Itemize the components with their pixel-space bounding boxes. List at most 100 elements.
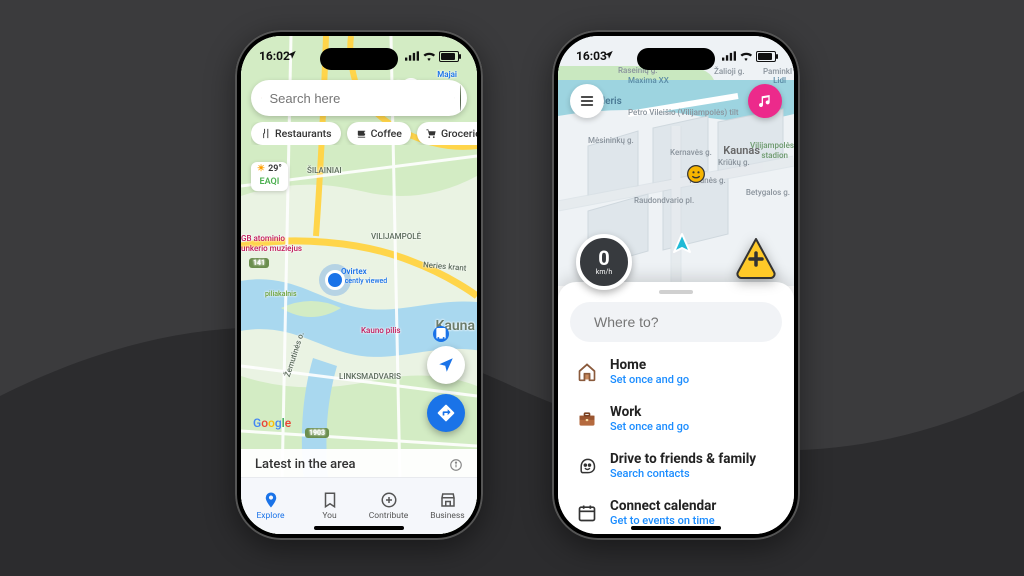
phone-google-maps: 16:02	[235, 30, 483, 540]
phone-waze: 16:03	[552, 30, 800, 540]
home-icon	[576, 361, 598, 383]
map-label-museum1: GB atominio	[241, 234, 285, 243]
dest-title: Drive to friends & family	[610, 451, 756, 467]
map-label-mesininku: Mėsininkų g.	[588, 136, 634, 145]
waze-search-input[interactable]	[592, 313, 777, 331]
tab-label: You	[322, 511, 336, 521]
map-label-vilijampole: VILIJAMPOLĖ	[371, 232, 421, 241]
search-bar[interactable]	[251, 80, 467, 116]
dynamic-island	[637, 48, 715, 70]
storefront-icon	[439, 491, 457, 509]
google-watermark: Google	[253, 416, 291, 430]
map-label-ovirtex-sub: ecently viewed	[341, 277, 387, 285]
status-time: 16:03	[576, 49, 607, 63]
calendar-icon	[576, 502, 598, 524]
menu-button[interactable]	[570, 84, 604, 118]
signal-icon	[405, 51, 419, 61]
drag-handle[interactable]	[659, 290, 693, 294]
map-label-silainiai: ŠILAINIAI	[307, 166, 342, 175]
coffee-icon	[356, 128, 367, 139]
restaurant-icon	[260, 128, 271, 139]
chip-restaurants[interactable]: Restaurants	[251, 122, 341, 145]
report-button[interactable]	[734, 236, 778, 280]
chip-label: Groceries	[441, 127, 477, 140]
map-label-kernaves: Kernavės g.	[670, 148, 712, 157]
directions-icon	[436, 403, 456, 423]
dest-title: Work	[610, 404, 689, 420]
area-sheet[interactable]: Latest in the area	[241, 449, 477, 478]
map-label-kaunas: Kaunas	[723, 144, 760, 157]
bookmark-icon	[321, 491, 339, 509]
current-location-arrow	[670, 232, 694, 260]
my-location-button[interactable]	[427, 346, 465, 384]
map-label-museum2: unkerio muziejus	[241, 244, 302, 253]
explore-pin-icon	[262, 491, 280, 509]
mic-icon[interactable]	[454, 91, 455, 105]
home-indicator	[314, 526, 404, 530]
google-logo-icon	[261, 91, 262, 105]
chip-label: Coffee	[371, 127, 402, 140]
road-shield-1903: 1903	[305, 428, 329, 438]
tab-explore[interactable]: Explore	[241, 478, 300, 534]
map-label-maxima: Maxima XX	[628, 76, 669, 85]
chip-coffee[interactable]: Coffee	[347, 122, 411, 145]
sun-icon: ☀	[257, 165, 265, 175]
plus-circle-icon	[380, 491, 398, 509]
weather-temp: 29°	[268, 165, 282, 175]
dest-title: Home	[610, 357, 689, 373]
comparison-stage: 16:02	[0, 0, 1024, 576]
search-input[interactable]	[268, 90, 448, 107]
tab-label: Explore	[256, 511, 284, 521]
music-button[interactable]	[748, 84, 782, 118]
info-icon[interactable]	[449, 458, 463, 472]
music-note-icon	[757, 93, 773, 109]
chip-label: Restaurants	[275, 127, 332, 140]
destinations-panel[interactable]: HomeSet once and go WorkSet once and go …	[558, 282, 794, 534]
battery-icon	[439, 51, 459, 62]
speedometer[interactable]: 0 km/h	[576, 234, 632, 290]
chip-groceries[interactable]: Groceries	[417, 122, 477, 145]
current-location-dot	[325, 270, 345, 290]
weather-aqi-badge[interactable]: ☀29° EAQI	[251, 162, 288, 191]
dest-sub: Search contacts	[610, 467, 756, 480]
tab-label: Contribute	[369, 511, 409, 521]
aqi-label: EAQI	[260, 178, 280, 188]
map-label-ovirtex: Ovirtex	[341, 267, 367, 276]
map-label-piliakalnis: piliakalnis	[265, 290, 297, 298]
account-avatar[interactable]	[460, 85, 461, 111]
map-label-kriukiu: Kriūkų g.	[718, 158, 750, 167]
map-label-stadion: stadion	[761, 151, 788, 160]
category-chips: Restaurants Coffee Groceries	[251, 122, 477, 145]
hamburger-icon	[579, 93, 595, 109]
wifi-icon	[422, 51, 436, 61]
road-shield-141: 141	[249, 258, 269, 268]
battery-icon	[756, 51, 776, 62]
transit-pin-icon[interactable]	[433, 326, 449, 342]
destination-friends[interactable]: Drive to friends & familySearch contacts	[558, 442, 794, 489]
destination-home[interactable]: HomeSet once and go	[558, 348, 794, 395]
map-label-bridge: Petro Vileišio (Vilijampolės) tilt	[628, 108, 739, 117]
groceries-icon	[426, 128, 437, 139]
map-label-betygalos: Betygalos g.	[746, 188, 790, 197]
background-wave	[0, 296, 1024, 576]
waze-search-bar[interactable]	[570, 302, 782, 342]
location-arrow-icon	[437, 356, 455, 374]
dest-title: Connect calendar	[610, 498, 716, 514]
sheet-title: Latest in the area	[255, 457, 356, 472]
home-indicator	[631, 526, 721, 530]
tab-business[interactable]: Business	[418, 478, 477, 534]
destination-work[interactable]: WorkSet once and go	[558, 395, 794, 442]
map-label-kauno: Kauno pilis	[361, 326, 401, 335]
waze-mood-icon	[686, 164, 706, 184]
map-label-linksmadvaris: LINKSMADVARIS	[339, 372, 401, 381]
wifi-icon	[739, 51, 753, 61]
location-services-icon	[287, 49, 297, 63]
wazer-icon	[576, 455, 598, 477]
tab-label: Business	[430, 511, 464, 521]
location-services-icon	[604, 49, 614, 63]
directions-button[interactable]	[427, 394, 465, 432]
speed-unit: km/h	[596, 268, 612, 276]
dest-sub: Set once and go	[610, 420, 689, 433]
signal-icon	[722, 51, 736, 61]
map-label-raudondvario: Raudondvario pl.	[634, 196, 694, 205]
